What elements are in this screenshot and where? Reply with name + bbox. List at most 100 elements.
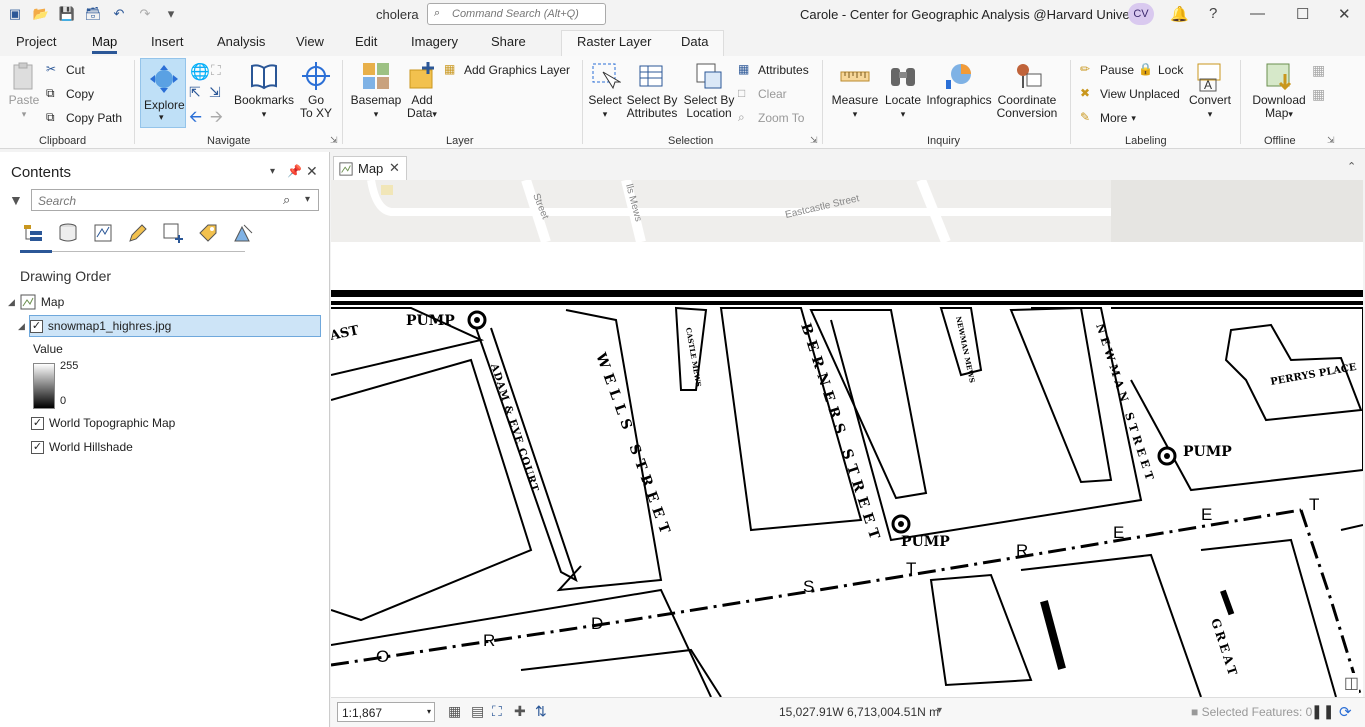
tab-imagery[interactable]: Imagery: [411, 34, 458, 49]
tools-icon[interactable]: ⇅: [535, 703, 547, 720]
avatar[interactable]: CV: [1128, 3, 1154, 25]
select-button[interactable]: Select ▾: [587, 60, 623, 121]
search-options-icon[interactable]: ▾: [305, 194, 310, 205]
scale-selector[interactable]: 1:1,867 ▾: [337, 702, 435, 722]
paste-button[interactable]: Paste ▾: [6, 60, 42, 121]
bookmarks-button[interactable]: Bookmarks ▾: [234, 60, 294, 121]
tab-project[interactable]: Project: [16, 34, 56, 49]
close-pane-icon[interactable]: ✕: [306, 163, 318, 180]
layer-raster[interactable]: ◢ ✓ snowmap1_highres.jpg: [18, 319, 171, 333]
map-view[interactable]: Street lls Mews Eastcastle Street PUMP P…: [331, 180, 1363, 697]
zoom-to-selection-button[interactable]: ⌕ Zoom To: [738, 110, 804, 126]
explore-button[interactable]: Explore ▾: [140, 58, 186, 128]
data-source-icon[interactable]: [57, 222, 79, 244]
command-search-input[interactable]: ⌕ Command Search (Alt+Q): [427, 3, 606, 25]
drawing-order-icon[interactable]: [22, 222, 44, 244]
copy-path-button[interactable]: ⧉ Copy Path: [46, 110, 122, 126]
select-by-location-button[interactable]: Select By Location: [683, 60, 735, 120]
ribbon-collapse-icon[interactable]: ⌃: [1347, 160, 1356, 173]
tab-insert[interactable]: Insert: [151, 34, 184, 49]
selection-view-icon[interactable]: [92, 222, 114, 244]
close-tab-icon[interactable]: ✕: [389, 160, 400, 176]
remove-offline-icon[interactable]: ▦: [1312, 86, 1325, 103]
labeling-view-icon[interactable]: [197, 222, 219, 244]
search-icon[interactable]: ⌕: [283, 192, 290, 208]
infographics-button[interactable]: Infographics: [926, 60, 992, 107]
clear-selection-button[interactable]: □ Clear: [738, 86, 787, 102]
map-tips-icon[interactable]: ◫: [1343, 673, 1359, 693]
lock-labeling-button[interactable]: 🔒 Lock: [1138, 62, 1183, 78]
contents-search-input[interactable]: Search: [31, 189, 319, 211]
snapping-icon[interactable]: [162, 222, 184, 244]
collapse-icon[interactable]: ◢: [18, 321, 25, 332]
tab-map-view[interactable]: Map ✕: [333, 156, 407, 180]
attributes-button[interactable]: ▦ Attributes: [738, 62, 809, 78]
view-unplaced-button[interactable]: ✖ View Unplaced: [1080, 86, 1180, 102]
cut-button[interactable]: ✂ Cut: [46, 62, 85, 78]
divider: [342, 60, 343, 144]
minimize-icon[interactable]: —: [1250, 5, 1265, 22]
basemap-button[interactable]: Basemap ▾: [350, 60, 402, 121]
fixed-zoom-icon[interactable]: ⛶: [211, 62, 221, 79]
forward-icon[interactable]: 🡪: [210, 106, 223, 133]
coordinate-units-dropdown[interactable]: ▾: [937, 705, 942, 716]
tab-share[interactable]: Share: [491, 34, 526, 49]
notification-icon[interactable]: 🔔: [1170, 5, 1189, 23]
help-icon[interactable]: ?: [1209, 5, 1217, 22]
pane-options-icon[interactable]: ▾: [270, 166, 275, 177]
sync-icon[interactable]: ▦: [1312, 62, 1325, 79]
back-icon[interactable]: 🡨: [189, 106, 202, 133]
redo-icon[interactable]: ↷: [134, 4, 156, 24]
refresh-icon[interactable]: ⟳: [1339, 703, 1352, 721]
charts-view-icon[interactable]: [232, 222, 254, 244]
pause-drawing-icon[interactable]: ❚❚: [1311, 703, 1334, 720]
undo-icon[interactable]: ↶: [108, 4, 130, 24]
save-as-icon[interactable]: 🗃: [82, 4, 104, 24]
tab-edit[interactable]: Edit: [355, 34, 377, 49]
layer-hillshade[interactable]: ✓ World Hillshade: [31, 440, 133, 454]
table-icon[interactable]: ▤: [471, 703, 484, 720]
zoom-out-fixed-icon[interactable]: ⇲: [209, 84, 221, 101]
navigate-launcher-icon[interactable]: ⇲: [330, 135, 338, 146]
selection-launcher-icon[interactable]: ⇲: [810, 135, 818, 146]
snap-icon[interactable]: ⛶: [492, 703, 502, 720]
measure-button[interactable]: Measure ▾: [830, 60, 880, 121]
labeling-launcher-icon[interactable]: ⇲: [1327, 135, 1335, 146]
select-by-attributes-button[interactable]: Select By Attributes: [625, 60, 679, 120]
zoom-in-fixed-icon[interactable]: ⇱: [189, 84, 201, 101]
map-canvas[interactable]: Street lls Mews Eastcastle Street PUMP P…: [331, 180, 1363, 697]
new-project-icon[interactable]: ▣: [4, 4, 26, 24]
filter-icon[interactable]: ▼: [9, 192, 23, 208]
convert-button[interactable]: A Convert ▾: [1186, 60, 1234, 121]
pause-labeling-button[interactable]: ✏ Pause: [1080, 62, 1134, 78]
editing-icon[interactable]: [127, 222, 149, 244]
tab-map[interactable]: Map: [92, 34, 118, 54]
topo-visibility-checkbox[interactable]: ✓: [31, 416, 44, 430]
more-labeling-button[interactable]: ✎ More ▾: [1080, 110, 1136, 126]
layer-map[interactable]: ◢ Map: [8, 294, 64, 310]
full-extent-icon[interactable]: 🌐: [190, 62, 210, 82]
coordinate-conversion-button[interactable]: Coordinate Conversion: [996, 60, 1058, 120]
tab-raster-layer[interactable]: Raster Layer: [577, 34, 651, 49]
layer-topographic[interactable]: ✓ World Topographic Map: [31, 416, 175, 430]
tab-data[interactable]: Data: [681, 34, 708, 49]
grid-icon[interactable]: ▦: [448, 703, 461, 720]
copy-button[interactable]: ⧉ Copy: [46, 86, 94, 102]
constraints-icon[interactable]: ✚: [514, 703, 526, 720]
save-icon[interactable]: 💾: [56, 4, 78, 24]
raster-visibility-checkbox[interactable]: ✓: [29, 319, 43, 333]
maximize-icon[interactable]: ☐: [1296, 5, 1309, 23]
open-project-icon[interactable]: 📂: [30, 4, 52, 24]
hillshade-visibility-checkbox[interactable]: ✓: [31, 440, 44, 454]
collapse-icon[interactable]: ◢: [8, 297, 15, 308]
go-to-xy-button[interactable]: Go To XY: [298, 60, 334, 120]
download-map-button[interactable]: Download Map▾: [1248, 60, 1310, 121]
add-graphics-layer-button[interactable]: ▦ Add Graphics Layer: [444, 62, 570, 78]
tab-analysis[interactable]: Analysis: [217, 34, 265, 49]
locate-button[interactable]: Locate ▾: [882, 60, 924, 121]
tab-view[interactable]: View: [296, 34, 324, 49]
add-data-button[interactable]: Add Data▾: [404, 60, 440, 121]
customize-qat-icon[interactable]: ▾: [160, 4, 182, 24]
close-icon[interactable]: ✕: [1338, 5, 1351, 23]
pin-icon[interactable]: 📌: [287, 164, 302, 178]
